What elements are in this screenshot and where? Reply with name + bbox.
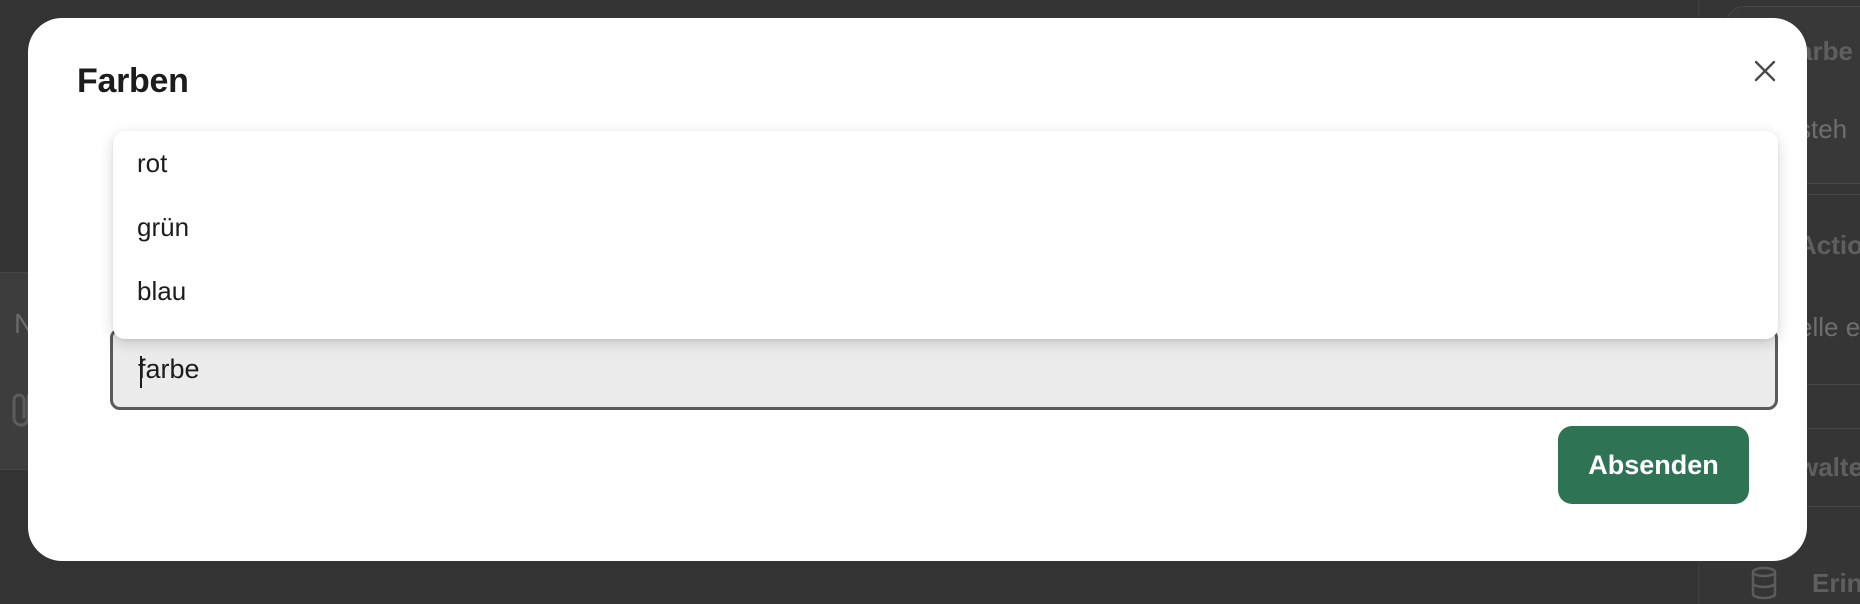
dropdown-option-gruen[interactable]: grün [113, 195, 1778, 259]
close-icon [1754, 60, 1776, 82]
submit-button[interactable]: Absenden [1558, 426, 1749, 504]
dropdown-option-blau[interactable]: blau [113, 259, 1778, 323]
close-button[interactable] [1742, 48, 1788, 94]
database-icon [1751, 566, 1777, 600]
text-cursor [140, 356, 142, 388]
background-text: Erin [1812, 568, 1860, 598]
color-input[interactable] [113, 331, 1775, 407]
dropdown-option-rot[interactable]: rot [113, 131, 1778, 195]
dialog-title: Farben [77, 62, 189, 100]
background-text: walte [1798, 452, 1860, 482]
autocomplete-dropdown: rot grün blau [113, 131, 1778, 339]
background-text: elle e [1798, 312, 1860, 342]
color-input-field[interactable] [110, 328, 1778, 410]
background-text: Actio [1798, 230, 1860, 260]
color-dialog: Farben rot grün blau Absenden [28, 18, 1807, 561]
